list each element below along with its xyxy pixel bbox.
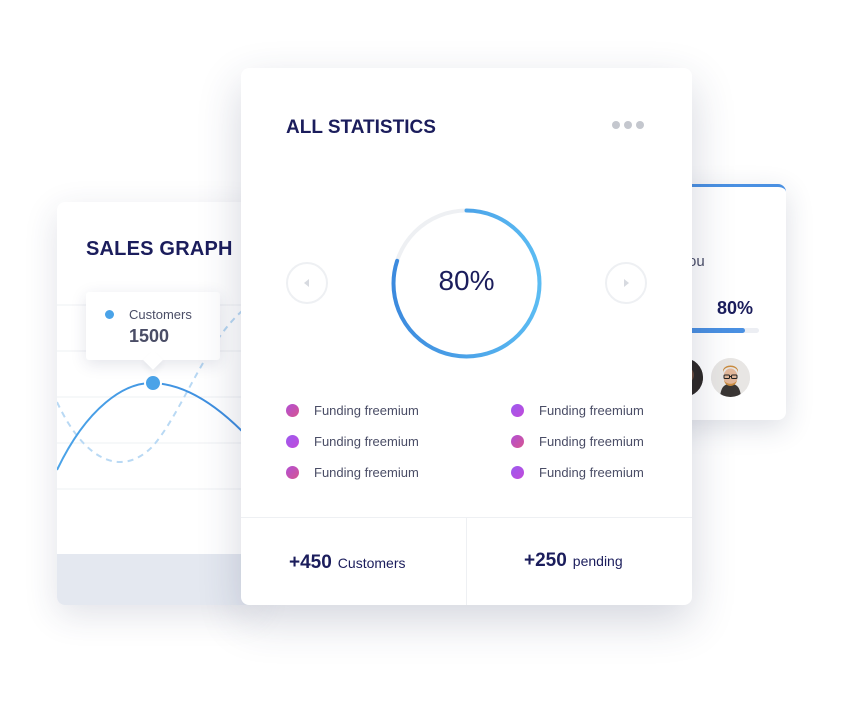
legend-label: Funding freemium	[539, 402, 644, 418]
sales-graph-footer	[57, 554, 257, 605]
avatar[interactable]	[711, 358, 750, 397]
tooltip-value: 1500	[129, 326, 170, 346]
legend-dot	[511, 434, 524, 448]
legend-item: Funding freemium	[511, 464, 644, 480]
highlight-point	[144, 374, 162, 392]
pending-stat-label: pending	[572, 553, 623, 569]
legend-dot	[286, 403, 299, 417]
footer-divider	[466, 517, 467, 605]
legend-dot	[511, 403, 524, 417]
legend-item: Funding freemium	[286, 464, 419, 480]
legend-label: Funding freemium	[314, 433, 419, 449]
legend-dot	[286, 465, 299, 479]
next-button[interactable]	[605, 262, 647, 304]
graph-tooltip: Customers 1500	[86, 292, 220, 360]
progress-value: 80%	[438, 265, 495, 296]
legend-label: Funding freemium	[539, 433, 644, 449]
chevron-right-icon	[624, 279, 629, 287]
legend-dot	[511, 465, 524, 479]
legend-label: Funding freemium	[314, 402, 419, 418]
legend-dot	[286, 434, 299, 448]
customers-stat-value: +450	[289, 552, 332, 573]
pending-stat: +250 pending	[524, 550, 623, 572]
legend-item: Funding freemium	[286, 433, 419, 449]
sales-graph-plot	[57, 304, 257, 490]
all-statistics-title: ALL STATISTICS	[286, 117, 436, 138]
legend-item: Funding freemium	[286, 402, 419, 418]
pending-stat-value: +250	[524, 550, 567, 571]
tooltip-series-dot	[105, 310, 114, 319]
team-progress-bar-fill	[688, 328, 745, 333]
legend-item: Funding freemium	[511, 402, 644, 418]
team-progress-bar	[688, 328, 759, 333]
more-horizontal-icon[interactable]	[612, 121, 644, 129]
tooltip-label: Customers	[129, 307, 192, 322]
team-progress-value: 80%	[717, 298, 754, 318]
previous-button[interactable]	[286, 262, 328, 304]
sales-graph-card: SALES GRAPH Customers 1500	[57, 202, 257, 605]
legend-item: Funding freemium	[511, 433, 644, 449]
legend-label: Funding freemium	[314, 464, 419, 480]
legend-label: Funding freemium	[539, 464, 644, 480]
chevron-left-icon	[304, 279, 309, 287]
series-customers-line	[57, 381, 257, 471]
customers-stat-label: Customers	[337, 555, 406, 571]
customers-stat: +450 Customers	[289, 552, 405, 574]
all-statistics-card: ALL STATISTICS 80% Funding freemium Fund…	[241, 68, 692, 605]
